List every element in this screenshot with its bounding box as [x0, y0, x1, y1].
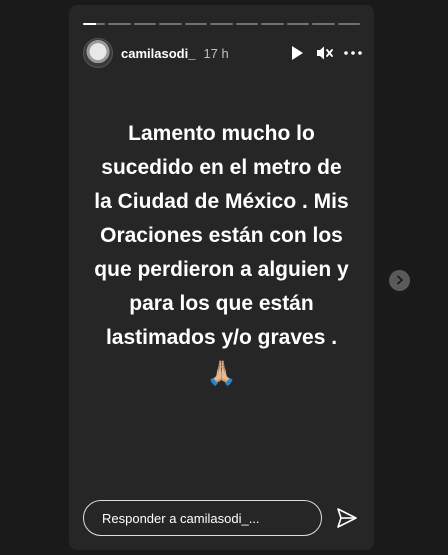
next-story-button[interactable]: [389, 270, 410, 291]
progress-segment: [210, 23, 233, 25]
play-icon[interactable]: [288, 44, 306, 62]
progress-segment: [83, 23, 106, 25]
progress-segment: [312, 23, 335, 25]
story-progress-bar: [83, 23, 360, 25]
story-viewer: camilasodi_ 17 h Lamento mucho lo sucedi…: [0, 0, 448, 555]
story-header: camilasodi_ 17 h: [83, 37, 362, 69]
avatar[interactable]: [83, 38, 113, 68]
story-message: Lamento mucho lo sucedido en el metro de…: [94, 122, 349, 349]
praying-hands-emoji: 🙏🏼: [206, 360, 237, 387]
progress-segment: [235, 23, 259, 25]
send-icon[interactable]: [334, 505, 360, 531]
more-options-icon[interactable]: [344, 44, 362, 62]
progress-segment: [133, 23, 157, 25]
progress-segment: [337, 23, 360, 25]
progress-segment: [108, 23, 131, 25]
username[interactable]: camilasodi_: [121, 46, 195, 61]
progress-segment: [159, 23, 182, 25]
muted-speaker-icon[interactable]: [316, 44, 334, 62]
story-controls: [288, 44, 362, 62]
chevron-right-icon: [395, 272, 405, 290]
progress-segment: [261, 23, 284, 25]
progress-segment: [184, 23, 208, 25]
story-footer: [83, 499, 360, 537]
reply-input[interactable]: [83, 500, 322, 536]
story-card[interactable]: camilasodi_ 17 h Lamento mucho lo sucedi…: [69, 5, 374, 550]
progress-segment: [286, 23, 310, 25]
story-text: Lamento mucho lo sucedido en el metro de…: [69, 117, 374, 391]
post-time: 17 h: [203, 45, 229, 61]
